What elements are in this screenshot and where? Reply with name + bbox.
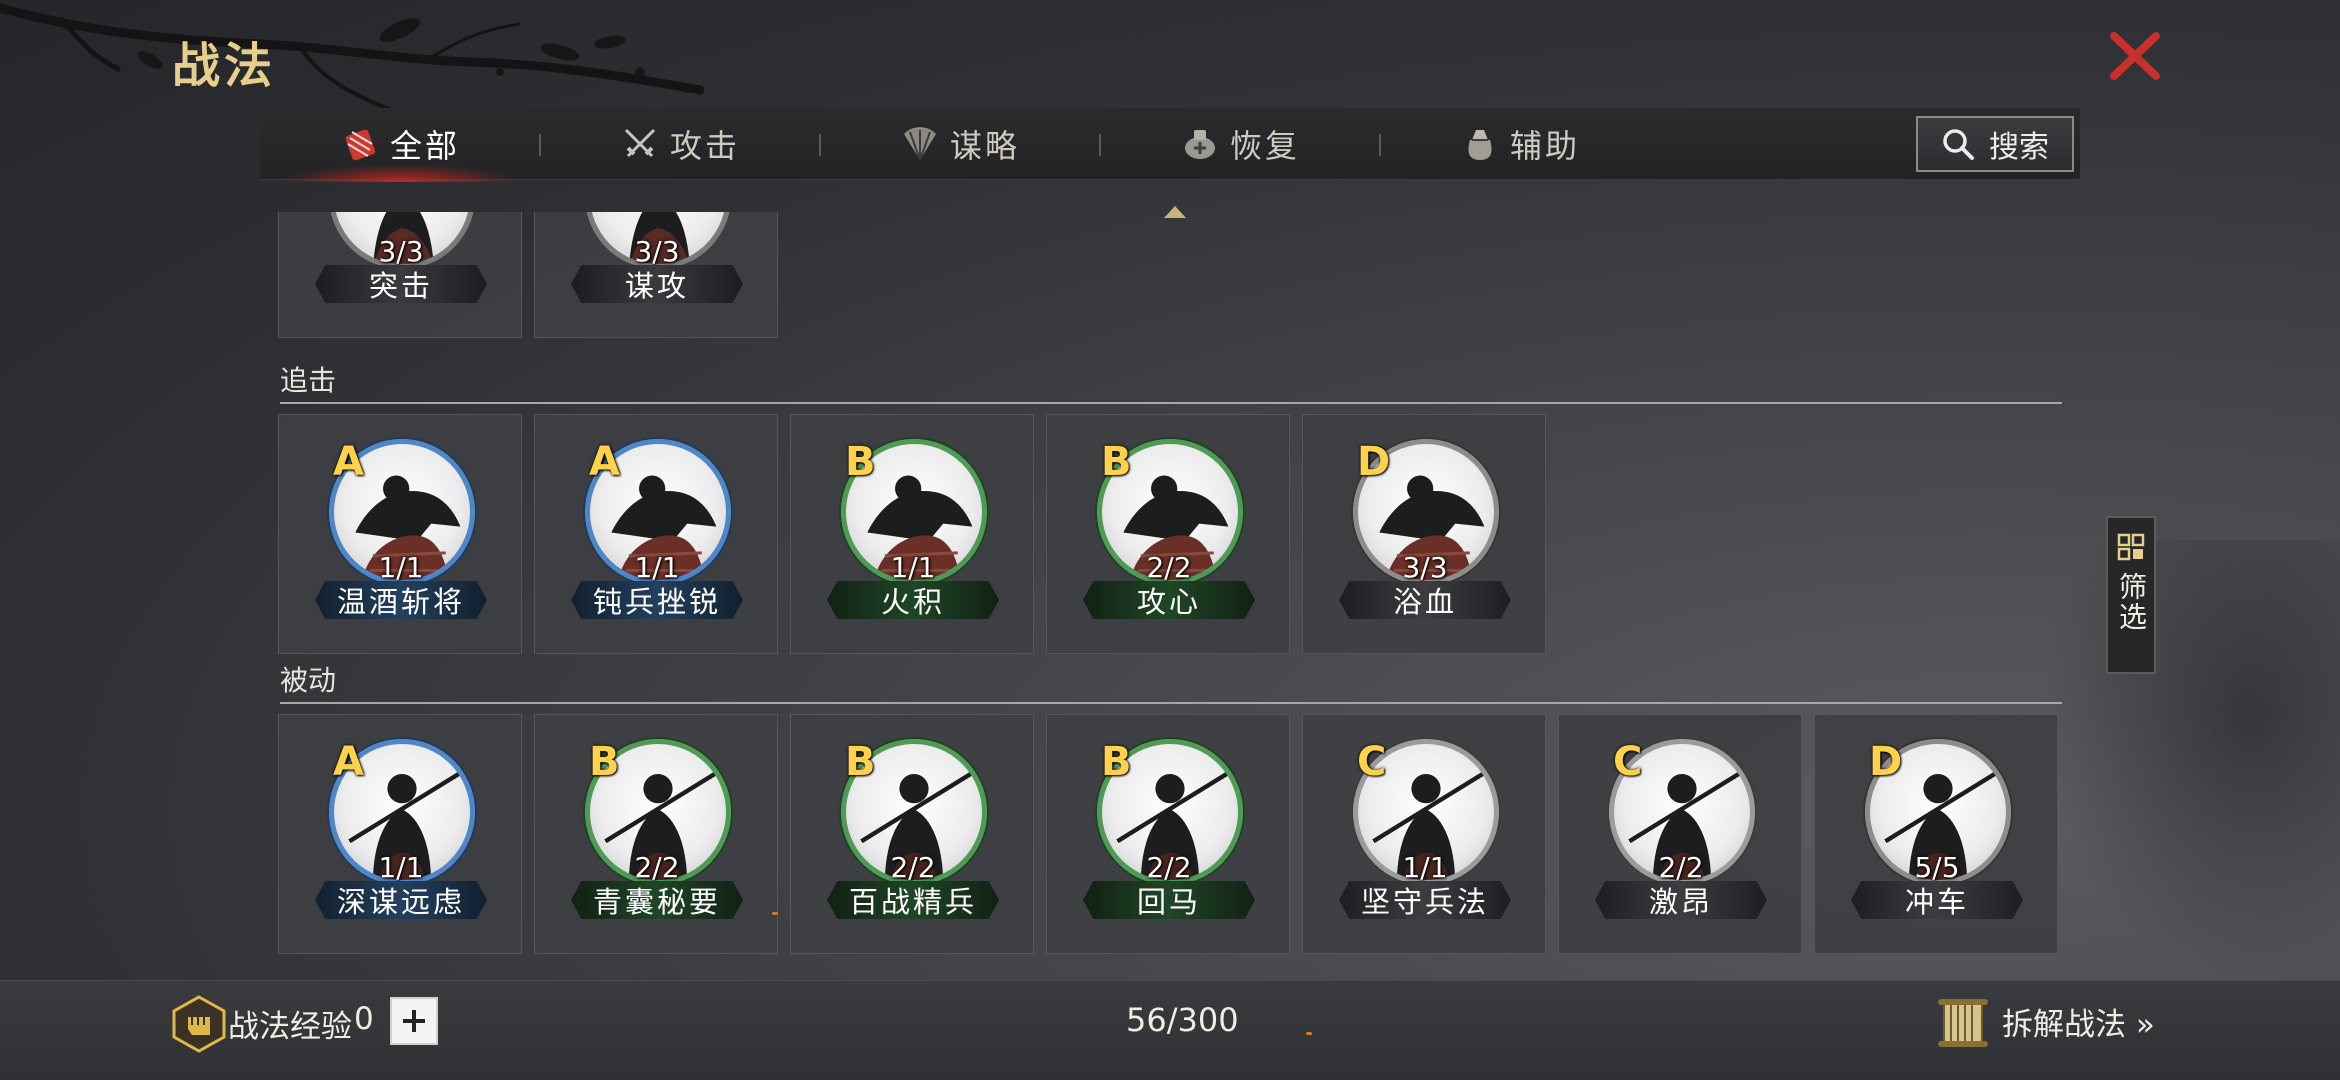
skill-name: 火积	[827, 581, 999, 619]
grade-badge: A	[333, 439, 364, 485]
skill-capacity: 56/300	[1126, 1001, 1239, 1039]
grade-badge: A	[589, 439, 620, 485]
skill-name: 青囊秘要	[571, 881, 743, 919]
tab-label: 谋略	[949, 127, 1020, 165]
search-label: 搜索	[1989, 130, 2049, 165]
category-tab-bar: 全部 攻击 谋略 恢复 辅助 搜索	[260, 108, 2080, 182]
grade-badge: B	[589, 739, 620, 785]
filter-label: 筛选	[2115, 572, 2148, 632]
skill-name: 百战精兵	[827, 881, 999, 919]
skill-card[interactable]: B 2/2 青囊秘要	[534, 714, 778, 954]
skill-count: 2/2	[890, 851, 936, 884]
grid-filter-icon	[2117, 533, 2145, 561]
tab-support[interactable]: 辅助	[1380, 108, 1660, 180]
skill-name: 突击	[315, 265, 487, 303]
skill-count: 1/1	[378, 851, 424, 884]
skill-card[interactable]: A 1/1 钝兵挫锐	[534, 414, 778, 654]
fist-badge-icon	[172, 995, 226, 1053]
skill-name: 深谋远虑	[315, 881, 487, 919]
scroll-icon	[1938, 999, 1988, 1047]
skill-count: 3/3	[1402, 551, 1448, 584]
close-button[interactable]	[2104, 28, 2166, 84]
skill-card[interactable]: C 1/1 坚守兵法	[1302, 714, 1546, 954]
dismantle-label: 拆解战法 »	[2002, 1006, 2155, 1043]
skill-count: 2/2	[1658, 851, 1704, 884]
add-exp-button[interactable]	[390, 997, 438, 1045]
tab-all[interactable]: 全部	[260, 108, 540, 182]
skill-name: 谋攻	[571, 265, 743, 303]
skill-count: 1/1	[890, 551, 936, 584]
skill-count: 3/3	[378, 235, 424, 268]
filter-button[interactable]: 筛选	[2106, 516, 2156, 674]
skill-exp-label: 战法经验	[228, 1009, 352, 1045]
skill-count: 2/2	[1146, 851, 1192, 884]
skill-card[interactable]: A 1/1 温酒斩将	[278, 414, 522, 654]
skill-card[interactable]: 3/3 突击	[278, 212, 522, 338]
skill-name: 钝兵挫锐	[571, 581, 743, 619]
tab-attack[interactable]: 攻击	[540, 108, 820, 180]
grade-badge: A	[333, 739, 364, 785]
skill-name: 坚守兵法	[1339, 881, 1511, 919]
page-title: 战法	[172, 38, 277, 94]
skill-count: 1/1	[634, 551, 680, 584]
bottom-bar: 战法经验 0 56/300 拆解战法 »	[0, 980, 2340, 1080]
ember-decoration	[772, 912, 778, 915]
skill-count: 3/3	[634, 235, 680, 268]
skill-card[interactable]: B 2/2 回马	[1046, 714, 1290, 954]
skill-card[interactable]: D 5/5 冲车	[1814, 714, 2058, 954]
skill-name: 攻心	[1083, 581, 1255, 619]
hand-fan-icon	[903, 127, 936, 161]
bundle-icon	[345, 129, 376, 161]
grade-badge: C	[1613, 739, 1643, 785]
medicine-icon	[1184, 130, 1215, 159]
skill-count: 1/1	[1402, 851, 1448, 884]
search-icon	[1943, 129, 1974, 160]
skill-card[interactable]: D 3/3 浴血	[1302, 414, 1546, 654]
dismantle-skill-button[interactable]: 拆解战法 »	[2002, 997, 2155, 1045]
tab-strategy[interactable]: 谋略	[820, 108, 1100, 180]
skill-count: 2/2	[634, 851, 680, 884]
skill-count: 5/5	[1914, 851, 1960, 884]
ember-decoration	[1306, 1032, 1312, 1035]
skill-list[interactable]: 3/3 突击 3/3 谋攻 追击 A 1/1 温酒斩将 A 1/1 钝兵挫锐 B	[278, 212, 2064, 980]
tab-label: 攻击	[669, 127, 740, 165]
tab-label: 恢复	[1229, 127, 1300, 165]
grade-badge: B	[845, 739, 876, 785]
supply-bag-icon	[1468, 130, 1492, 160]
section-header-passive: 被动	[280, 664, 2062, 704]
skill-name: 浴血	[1339, 581, 1511, 619]
skill-count: 1/1	[378, 551, 424, 584]
tab-recovery[interactable]: 恢复	[1100, 108, 1380, 180]
tab-label: 全部	[389, 127, 460, 165]
skill-card[interactable]: A 1/1 深谋远虑	[278, 714, 522, 954]
grade-badge: D	[1869, 739, 1903, 785]
plus-icon	[403, 1010, 425, 1032]
skill-name: 冲车	[1851, 881, 2023, 919]
skill-name: 回马	[1083, 881, 1255, 919]
grade-badge: D	[1357, 439, 1391, 485]
tab-label: 辅助	[1509, 127, 1580, 165]
grade-badge: B	[1101, 739, 1132, 785]
skill-card[interactable]: B 1/1 火积	[790, 414, 1034, 654]
skill-card[interactable]: B 2/2 百战精兵	[790, 714, 1034, 954]
skill-count: 2/2	[1146, 551, 1192, 584]
skill-card[interactable]: C 2/2 激昂	[1558, 714, 1802, 954]
crossed-swords-icon	[624, 128, 656, 158]
grade-badge: C	[1357, 739, 1387, 785]
skill-card[interactable]: 3/3 谋攻	[534, 212, 778, 338]
section-header-pursuit: 追击	[280, 364, 2062, 404]
skill-name: 温酒斩将	[315, 581, 487, 619]
skill-name: 激昂	[1595, 881, 1767, 919]
close-icon	[2110, 32, 2160, 80]
search-button[interactable]: 搜索	[1916, 116, 2074, 172]
skill-exp-value: 0	[354, 1001, 374, 1037]
grade-badge: B	[1101, 439, 1132, 485]
grade-badge: B	[845, 439, 876, 485]
mist-decoration	[2040, 540, 2340, 980]
skill-card[interactable]: B 2/2 攻心	[1046, 414, 1290, 654]
